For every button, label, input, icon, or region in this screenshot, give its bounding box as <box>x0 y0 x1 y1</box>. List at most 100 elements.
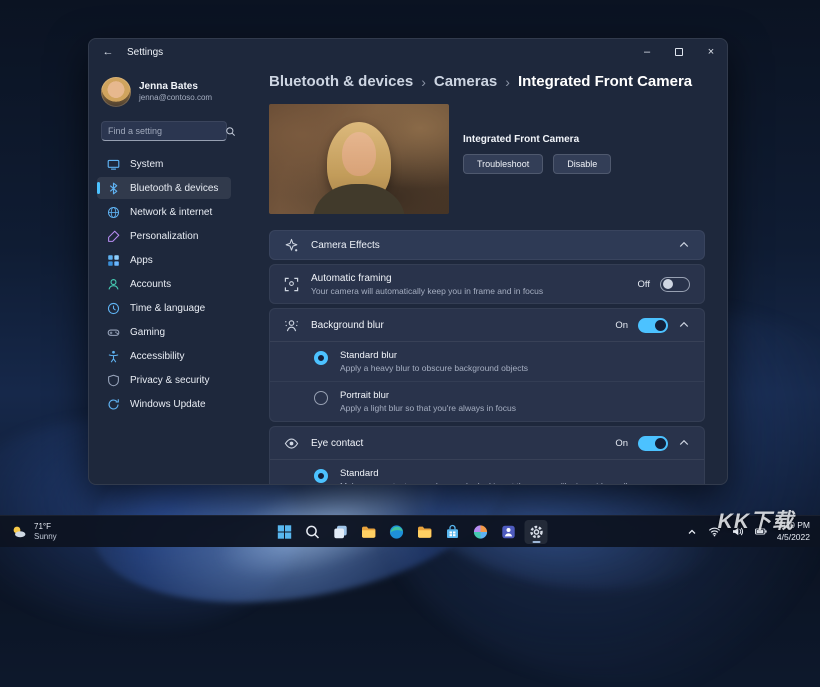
main-content: Bluetooth & devices › Cameras › Integrat… <box>239 65 727 484</box>
avatar <box>101 77 131 107</box>
search-input[interactable] <box>108 126 225 136</box>
minimize-button[interactable]: – <box>631 39 663 65</box>
camera-effects-section[interactable]: Camera Effects <box>269 230 705 260</box>
taskbar: 71°F Sunny <box>0 515 820 547</box>
sidebar-item-gaming[interactable]: Gaming <box>97 321 231 343</box>
chevron-up-icon[interactable] <box>678 239 690 251</box>
preview-person-face <box>342 132 376 176</box>
sidebar-item-system[interactable]: System <box>97 153 231 175</box>
background-blur-state: On <box>615 320 628 331</box>
eye-contact-standard-radio[interactable] <box>314 469 328 483</box>
chevron-up-icon[interactable] <box>678 319 690 331</box>
camera-preview-row: Integrated Front Camera Troubleshoot Dis… <box>269 104 705 214</box>
site-watermark: KK下载 <box>718 505 794 535</box>
camera-name: Integrated Front Camera <box>463 134 611 145</box>
sidebar-item-personalization[interactable]: Personalization <box>97 225 231 247</box>
standard-blur-option[interactable]: Standard blur Apply a heavy blur to obsc… <box>270 342 704 381</box>
settings-taskbar-button[interactable] <box>525 520 548 544</box>
camera-effects-title: Camera Effects <box>311 240 666 251</box>
teams-button[interactable] <box>497 520 520 544</box>
sidebar-item-network-internet[interactable]: Network & internet <box>97 201 231 223</box>
portrait-blur-option[interactable]: Portrait blur Apply a light blur so that… <box>270 381 704 421</box>
breadcrumb-separator: › <box>505 74 510 90</box>
background-blur-toggle[interactable] <box>638 318 668 333</box>
clock-icon <box>107 302 120 315</box>
tray-chevron-up-button[interactable] <box>685 525 699 539</box>
profile-name: Jenna Bates <box>139 80 212 93</box>
automatic-framing-icon <box>284 277 299 292</box>
photos-button[interactable] <box>469 520 492 544</box>
eye-contact-toggle[interactable] <box>638 436 668 451</box>
edge-icon <box>388 524 404 540</box>
portrait-blur-radio[interactable] <box>314 391 328 405</box>
background-blur-card: Background blur On Standard blur Apply a <box>269 308 705 422</box>
apps-icon <box>107 254 120 267</box>
chevron-up-icon <box>686 526 698 538</box>
window-body: Jenna Bates jenna@contoso.com System <box>89 65 727 484</box>
sidebar-item-privacy-security[interactable]: Privacy & security <box>97 369 231 391</box>
system-icon <box>107 158 120 171</box>
portrait-blur-description: Apply a light blur so that you're always… <box>340 403 690 413</box>
search-icon <box>225 126 236 137</box>
automatic-framing-toggle[interactable] <box>660 277 690 292</box>
eye-contact-standard-option[interactable]: Standard Make eye contact even when you'… <box>270 460 704 484</box>
eye-contact-standard-description: Make eye contact even when you're lookin… <box>340 481 690 484</box>
store-button[interactable] <box>441 520 464 544</box>
breadcrumb-cameras[interactable]: Cameras <box>434 73 497 90</box>
sidebar-item-accounts[interactable]: Accounts <box>97 273 231 295</box>
folder-button[interactable] <box>413 520 436 544</box>
background-blur-title: Background blur <box>311 320 603 331</box>
settings-cards: Camera Effects Automatic framing Your ca… <box>269 230 705 484</box>
accessibility-icon <box>107 350 120 363</box>
disable-button[interactable]: Disable <box>553 154 611 174</box>
windows-logo-icon <box>276 524 292 540</box>
taskbar-icons <box>273 520 548 544</box>
update-icon <box>107 398 120 411</box>
breadcrumb-bluetooth-devices[interactable]: Bluetooth & devices <box>269 73 413 90</box>
troubleshoot-button[interactable]: Troubleshoot <box>463 154 543 174</box>
portrait-blur-title: Portrait blur <box>340 390 690 401</box>
search-box[interactable] <box>101 121 227 141</box>
eye-contact-header[interactable]: Eye contact On <box>270 427 704 460</box>
standard-blur-description: Apply a heavy blur to obscure background… <box>340 363 690 373</box>
bluetooth-icon <box>107 182 120 195</box>
eye-contact-state: On <box>615 438 628 449</box>
eye-contact-card: Eye contact On Standard Make eye contact <box>269 426 705 484</box>
sidebar-item-time-language[interactable]: Time & language <box>97 297 231 319</box>
sidebar-item-accessibility[interactable]: Accessibility <box>97 345 231 367</box>
photos-icon <box>472 524 488 540</box>
maximize-button[interactable] <box>663 39 695 65</box>
sidebar-item-apps[interactable]: Apps <box>97 249 231 271</box>
eye-contact-icon <box>284 436 299 451</box>
sidebar-nav: System Bluetooth & devices Network & int… <box>97 153 231 415</box>
back-icon[interactable]: ← <box>101 45 115 59</box>
account-profile[interactable]: Jenna Bates jenna@contoso.com <box>97 73 231 111</box>
edge-browser-button[interactable] <box>385 520 408 544</box>
standard-blur-radio[interactable] <box>314 351 328 365</box>
gear-icon <box>528 524 544 540</box>
eye-contact-standard-title: Standard <box>340 468 690 479</box>
window-controls: – × <box>631 39 727 65</box>
background-blur-header[interactable]: Background blur On <box>270 309 704 342</box>
camera-effects-icon <box>284 238 299 253</box>
store-icon <box>444 524 460 540</box>
close-button[interactable]: × <box>695 39 727 65</box>
chevron-up-icon[interactable] <box>678 437 690 449</box>
task-view-button[interactable] <box>329 520 352 544</box>
sidebar-item-windows-update[interactable]: Windows Update <box>97 393 231 415</box>
task-view-icon <box>332 524 348 540</box>
preview-person-body <box>313 184 405 214</box>
titlebar: ← Settings – × <box>89 39 727 65</box>
taskbar-search-button[interactable] <box>301 520 324 544</box>
weather-temperature: 71°F <box>34 522 57 532</box>
file-explorer-button[interactable] <box>357 520 380 544</box>
personalization-icon <box>107 230 120 243</box>
search-icon <box>304 524 320 540</box>
start-button[interactable] <box>273 520 296 544</box>
sidebar-item-bluetooth-devices[interactable]: Bluetooth & devices <box>97 177 231 199</box>
maximize-icon <box>675 48 683 56</box>
weather-widget[interactable]: 71°F Sunny <box>0 516 67 547</box>
camera-preview-image <box>269 104 449 214</box>
standard-blur-title: Standard blur <box>340 350 690 361</box>
network-icon <box>107 206 120 219</box>
